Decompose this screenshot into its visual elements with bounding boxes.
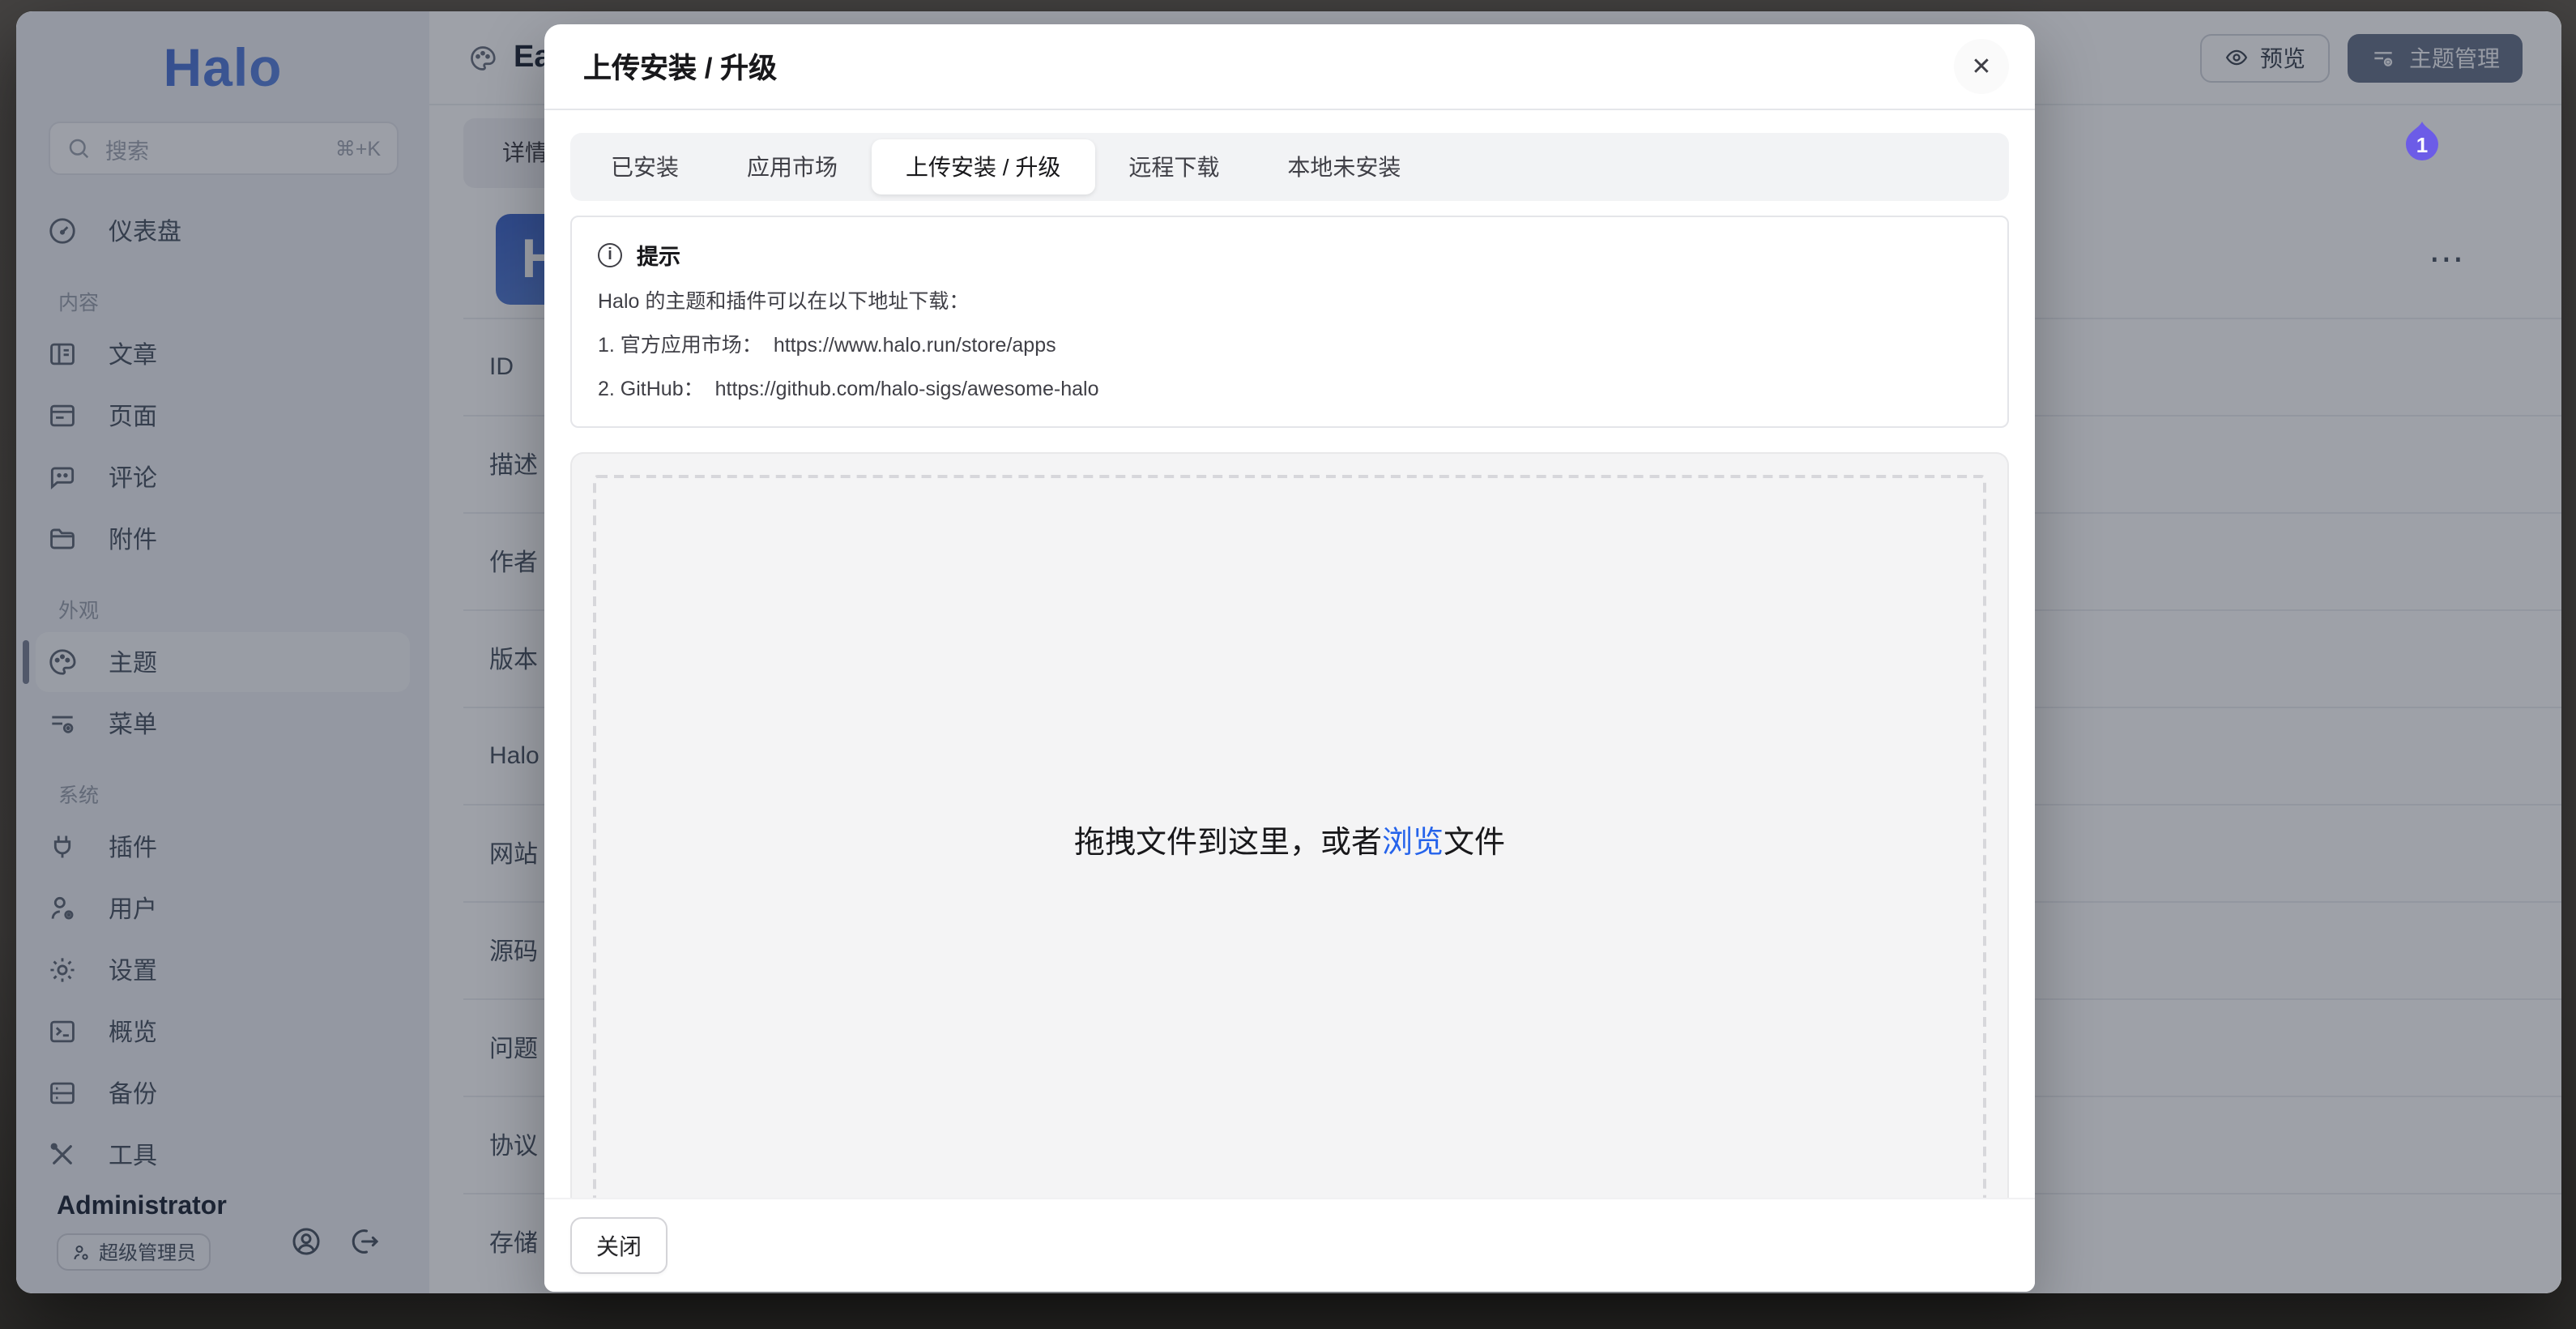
tab-remote-download[interactable]: 远程下载	[1094, 139, 1253, 194]
upload-install-modal: 上传安装 / 升级 ✕ 已安装 应用市场 上传安装 / 升级 远程下载 本地未安…	[544, 24, 2035, 1292]
tip-title: 提示	[637, 238, 680, 271]
tab-installed[interactable]: 已安装	[577, 139, 713, 194]
modal-header: 上传安装 / 升级 ✕	[544, 24, 2035, 110]
market-url: https://www.halo.run/store/apps	[774, 334, 1056, 357]
modal-footer: 关闭	[544, 1198, 2035, 1292]
info-icon: i	[598, 242, 622, 267]
tip-intro: Halo 的主题和插件可以在以下地址下载：	[598, 284, 1981, 314]
browse-files-link[interactable]: 浏览	[1382, 826, 1444, 860]
tab-app-market[interactable]: 应用市场	[713, 139, 872, 194]
tip-title-row: i 提示	[598, 238, 1981, 271]
screen: Halo 搜索 ⌘+K 仪表盘 内容	[0, 0, 2576, 1329]
dropzone-dashed-border: 拖拽文件到这里，或者浏览文件	[593, 475, 1986, 1198]
modal-tabbar: 已安装 应用市场 上传安装 / 升级 远程下载 本地未安装	[570, 133, 2009, 201]
close-icon[interactable]: ✕	[1954, 39, 2009, 94]
modal-title: 上传安装 / 升级	[583, 46, 777, 87]
modal-close-button[interactable]: 关闭	[570, 1217, 667, 1274]
tab-upload-install[interactable]: 上传安装 / 升级	[872, 139, 1094, 194]
modal-body: 已安装 应用市场 上传安装 / 升级 远程下载 本地未安装 i 提示 Halo …	[544, 110, 2035, 1198]
dropzone-text: 拖拽文件到这里，或者浏览文件	[1074, 818, 1505, 861]
github-url: https://github.com/halo-sigs/awesome-hal…	[715, 378, 1099, 400]
tip-box: i 提示 Halo 的主题和插件可以在以下地址下载： 1. 官方应用市场：htt…	[570, 216, 2009, 428]
tip-item-market: 1. 官方应用市场：https://www.halo.run/store/app…	[598, 327, 1981, 358]
tip-item-github: 2. GitHub：https://github.com/halo-sigs/a…	[598, 371, 1981, 402]
presence-badge: 1	[2404, 120, 2440, 165]
upload-dropzone[interactable]: 拖拽文件到这里，或者浏览文件	[570, 452, 2009, 1198]
presence-count: 1	[2404, 130, 2440, 162]
tab-local-uninstalled[interactable]: 本地未安装	[1253, 139, 1435, 194]
